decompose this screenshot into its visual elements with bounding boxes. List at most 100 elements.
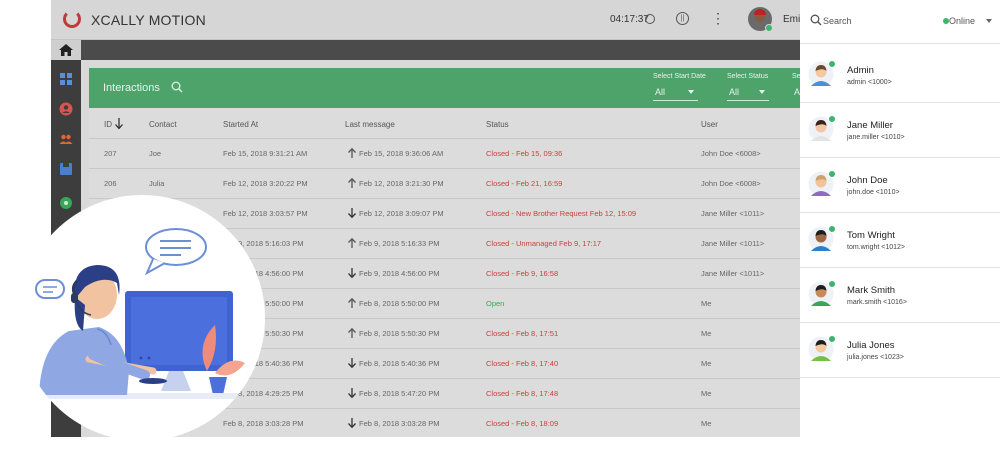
row-status: Closed - Feb 15, 09:36 <box>486 149 563 158</box>
user-circle-icon[interactable] <box>59 102 73 116</box>
arrow-down-icon <box>348 358 356 368</box>
status-filter-label: Select Status <box>727 73 769 80</box>
arrow-down-icon <box>348 268 356 278</box>
row-user: Me <box>701 299 712 308</box>
contact-extension: tom.wright <1012> <box>847 244 905 251</box>
row-id: 206 <box>104 179 117 188</box>
column-header-contact[interactable]: Contact <box>149 120 177 129</box>
user-name[interactable]: Emil <box>783 14 800 25</box>
row-status: Open <box>486 299 505 308</box>
start-date-filter-label: Select Start Date <box>653 73 706 80</box>
column-header-last-message[interactable]: Last message <box>345 120 395 129</box>
arrow-up-icon <box>348 178 356 188</box>
search-input[interactable]: Search <box>823 16 852 26</box>
row-last-message: Feb 8, 2018 5:40:36 PM <box>359 359 440 368</box>
contact-extension: julia.jones <1023> <box>847 354 904 361</box>
pause-button[interactable]: || <box>676 12 689 25</box>
status-filter-value: All <box>729 87 740 97</box>
xcally-logo-icon[interactable] <box>63 10 81 28</box>
contact-name: John Doe <box>847 175 888 186</box>
support-agent-illustration <box>19 195 265 441</box>
presence-select[interactable]: Online <box>949 16 975 26</box>
contact-item[interactable]: Julia Jones julia.jones <1023> <box>800 323 1000 378</box>
row-last-message: Feb 8, 2018 5:50:00 PM <box>359 299 440 308</box>
contact-name: Tom Wright <box>847 230 895 241</box>
chevron-down-icon <box>759 90 765 94</box>
arrow-down-icon <box>348 388 356 398</box>
arrow-up-icon <box>348 148 356 158</box>
row-contact: Joe <box>149 149 162 158</box>
app-title: XCALLY MOTION <box>91 12 206 28</box>
column-header-user[interactable]: User <box>701 120 718 129</box>
start-date-filter-underline <box>653 100 698 101</box>
column-header-started-at[interactable]: Started At <box>223 120 258 129</box>
dashboard-icon[interactable] <box>59 72 73 86</box>
arrow-up-icon <box>348 298 356 308</box>
row-last-message: Feb 8, 2018 5:47:20 PM <box>359 389 440 398</box>
third-filter-label: Se <box>792 73 800 80</box>
contacts-icon[interactable] <box>59 132 73 146</box>
agent-illustration-graphic <box>19 228 265 399</box>
row-last-message: Feb 12, 2018 3:09:07 PM <box>359 209 444 218</box>
row-started-at: Feb 12, 2018 3:03:57 PM <box>223 209 308 218</box>
contact-item[interactable]: John Doe john.doe <1010> <box>800 158 1000 213</box>
row-status: Closed - Feb 8, 18:09 <box>486 419 559 428</box>
row-user: Jane Miller <1011> <box>701 269 765 278</box>
row-status: Closed - Feb 9, 16:58 <box>486 269 559 278</box>
session-clock: 04:17:37 <box>610 14 649 25</box>
third-filter[interactable]: Se A <box>792 73 800 97</box>
search-icon[interactable] <box>171 81 183 93</box>
contact-name: Julia Jones <box>847 340 895 351</box>
save-icon[interactable] <box>59 162 73 176</box>
contact-extension: jane.miller <1010> <box>847 134 905 141</box>
sort-down-arrow-icon[interactable] <box>115 118 123 129</box>
row-user: Jane Miller <1011> <box>701 209 765 218</box>
arrow-down-icon <box>348 418 356 428</box>
row-last-message: Feb 8, 2018 3:03:28 PM <box>359 419 440 428</box>
contact-item[interactable]: Admin admin <1000> <box>800 48 1000 103</box>
row-last-message: Feb 12, 2018 3:21:30 PM <box>359 179 444 188</box>
row-last-message: Feb 8, 2018 5:50:30 PM <box>359 329 440 338</box>
row-user: Me <box>701 329 712 338</box>
contact-item[interactable]: Tom Wright tom.wright <1012> <box>800 213 1000 268</box>
user-status-dot <box>765 24 773 32</box>
arrow-up-icon <box>348 328 356 338</box>
online-status-dot <box>828 60 836 68</box>
sidebar-item-home[interactable] <box>51 40 81 60</box>
row-status: Closed - Feb 21, 16:59 <box>486 179 563 188</box>
start-date-filter[interactable]: Select Start Date All <box>653 73 706 101</box>
row-status: Closed - New Brother Request Feb 12, 15:… <box>486 209 637 218</box>
row-user: Jane Miller <1011> <box>701 239 765 248</box>
row-user: John Doe <6008> <box>701 179 761 188</box>
table-header: ID Contact Started At Last message Statu… <box>89 112 800 138</box>
online-status-dot <box>828 115 836 123</box>
contact-item[interactable]: Mark Smith mark.smith <1016> <box>800 268 1000 323</box>
more-menu-icon[interactable]: ⋮ <box>711 10 725 26</box>
row-user: Me <box>701 419 712 428</box>
arrow-up-icon <box>348 238 356 248</box>
status-filter-underline <box>727 100 769 101</box>
screenshot: XCALLY MOTION 04:17:37 || ⋮ Emil Interac… <box>0 0 1000 459</box>
arrow-down-icon <box>348 208 356 218</box>
panel-title: Interactions <box>103 82 160 94</box>
home-icon <box>59 44 73 56</box>
chat-status-icon[interactable] <box>59 196 73 210</box>
search-icon[interactable] <box>810 14 822 26</box>
row-last-message: Feb 15, 2018 9:36:06 AM <box>359 149 444 158</box>
row-last-message: Feb 9, 2018 5:16:33 PM <box>359 239 440 248</box>
contact-extension: admin <1000> <box>847 79 892 86</box>
online-status-dot <box>828 335 836 343</box>
column-header-id[interactable]: ID <box>104 120 112 129</box>
contact-item[interactable]: Jane Miller jane.miller <1010> <box>800 103 1000 158</box>
contacts-pane: Search Online Admin admin <1000> Jane Mill… <box>800 0 1000 459</box>
table-row[interactable]: 207 Joe Feb 15, 2018 9:31:21 AM Feb 15, 201… <box>89 138 800 168</box>
row-user: Me <box>701 359 712 368</box>
row-status: Closed - Unmanaged Feb 9, 17:17 <box>486 239 602 248</box>
row-user: John Doe <6008> <box>701 149 761 158</box>
status-filter[interactable]: Select Status All <box>727 73 769 101</box>
row-status: Closed - Feb 8, 17:48 <box>486 389 559 398</box>
online-status-dot <box>828 280 836 288</box>
column-header-status[interactable]: Status <box>486 120 509 129</box>
chevron-down-icon[interactable] <box>986 19 992 23</box>
table-row[interactable]: 206 Julia Feb 12, 2018 3:20:22 PM Feb 12, 2… <box>89 168 800 198</box>
